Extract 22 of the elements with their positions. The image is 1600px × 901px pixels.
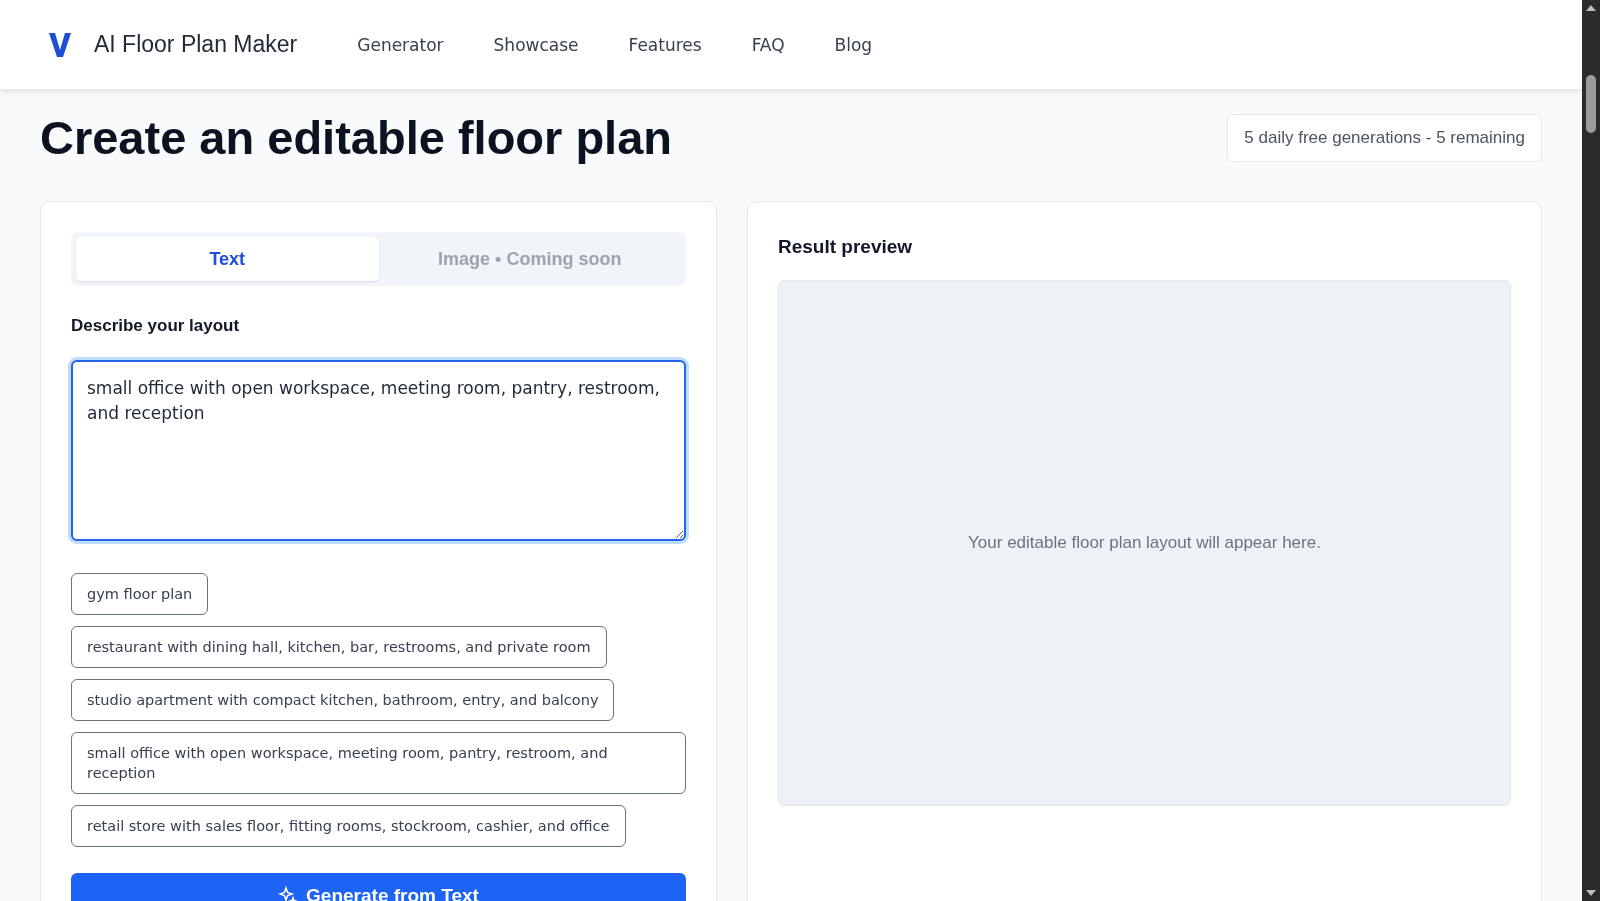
nav-link[interactable]: Generator [357, 34, 444, 55]
sparkle-icon [278, 886, 299, 901]
nav-link[interactable]: Showcase [493, 34, 579, 55]
brand-name: AI Floor Plan Maker [94, 31, 298, 58]
nav-link[interactable]: Blog [834, 34, 873, 55]
field-label: Describe your layout [71, 316, 241, 336]
tab[interactable]: Text [76, 237, 379, 281]
suggestion-chip[interactable]: retail store with sales floor, fitting rooms, stockroom, cashier, and office [71, 805, 626, 847]
suggestion-chip[interactable]: restaurant with dining hall, kitchen, bar, restrooms, and private room [71, 626, 607, 668]
empty-message: Your editable floor plan layout will appear here. [968, 533, 1321, 553]
nav-link[interactable]: Features [628, 34, 702, 55]
scroll-thumb[interactable] [1586, 75, 1596, 133]
suggestion-chip[interactable]: studio apartment with compact kitchen, bathroom, entry, and balcony [71, 679, 615, 721]
prompt-field[interactable]: small office with open workspace, meeting room, pantry, restroom, and reception [71, 360, 686, 541]
section-heading: Result preview [778, 235, 914, 258]
logo-icon [48, 30, 72, 59]
suggestion-chip[interactable]: small office with open workspace, meeting room, pantry, restroom, and reception [71, 732, 686, 794]
nav-link[interactable]: FAQ [751, 34, 785, 55]
suggestion-chip[interactable]: gym floor plan [71, 573, 209, 615]
quota-badge: 5 daily free generations - 5 remaining [1227, 113, 1542, 162]
page-title: Create an editable floor plan [40, 110, 673, 165]
scrollbar[interactable] [1582, 0, 1600, 901]
